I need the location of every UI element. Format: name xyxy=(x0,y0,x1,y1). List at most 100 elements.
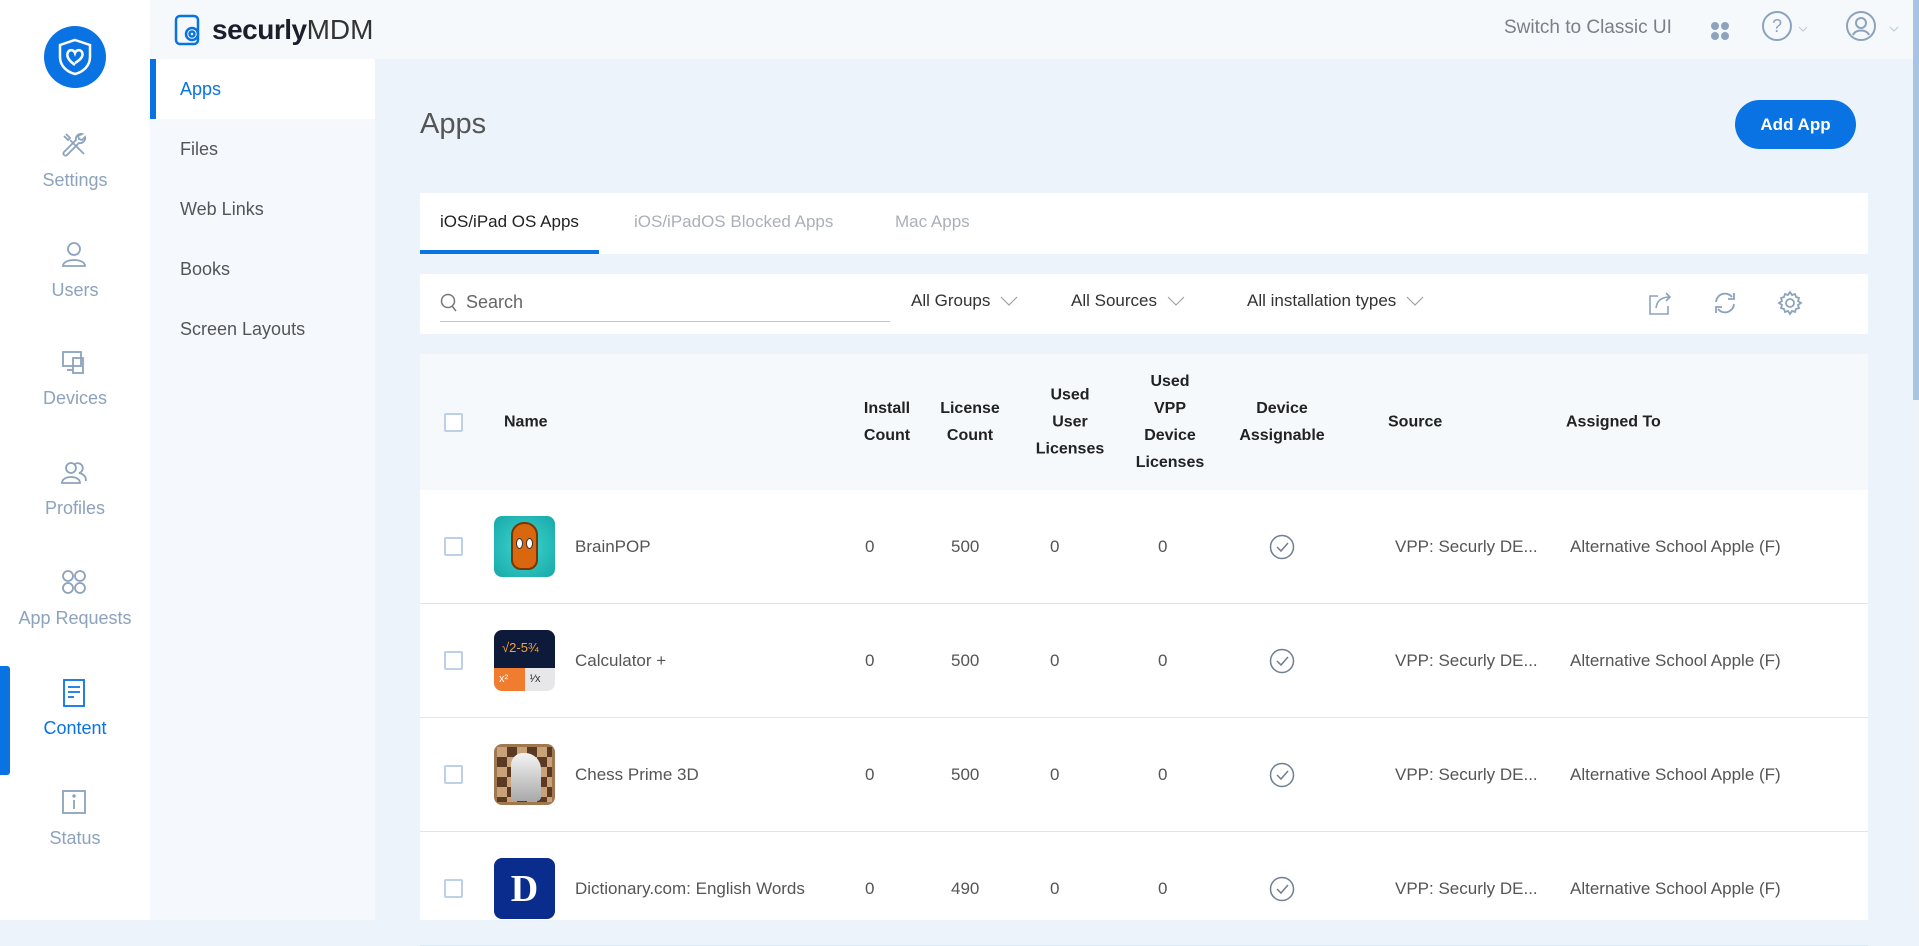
rail-item-label: Content xyxy=(43,718,107,738)
search-input[interactable]: Search xyxy=(440,284,890,322)
sources-dropdown[interactable]: All Sources xyxy=(1071,291,1185,311)
tab-mac-apps[interactable]: Mac Apps xyxy=(895,193,970,254)
search-placeholder: Search xyxy=(466,292,524,312)
used-user-licenses: 0 xyxy=(1050,765,1060,784)
chevron-down-icon xyxy=(1167,296,1185,306)
assigned-to: Alternative School Apple (F) xyxy=(1570,879,1781,898)
subnav-item-books[interactable]: Books xyxy=(150,239,375,299)
rail-item-profiles[interactable]: Profiles xyxy=(0,458,150,558)
tab-ios-apps[interactable]: iOS/iPad OS Apps xyxy=(420,193,599,254)
column-header[interactable]: Install Count xyxy=(857,395,917,449)
brand-name: securly xyxy=(212,14,307,45)
subnav-item-files[interactable]: Files xyxy=(150,119,375,179)
tab-ios-blocked-apps[interactable]: iOS/iPadOS Blocked Apps xyxy=(634,193,833,254)
chevron-down-icon xyxy=(1001,296,1018,306)
app-requests-icon xyxy=(62,570,86,594)
export-icon[interactable] xyxy=(1648,290,1674,316)
install-count: 0 xyxy=(865,765,875,784)
settings-gear-icon[interactable] xyxy=(1777,290,1803,316)
search-icon xyxy=(440,293,457,311)
chevron-down-icon xyxy=(1406,296,1424,306)
install-count: 0 xyxy=(865,537,875,556)
switch-classic-ui-link[interactable]: Switch to Classic UI xyxy=(1504,17,1672,39)
app-icon-calculator: √2-5¾ x² ¹⁄x xyxy=(494,630,555,691)
subnav-item-apps[interactable]: Apps xyxy=(150,59,375,119)
row-checkbox[interactable] xyxy=(444,537,463,556)
used-user-licenses: 0 xyxy=(1050,651,1060,670)
content-icon xyxy=(63,679,85,707)
license-count: 500 xyxy=(951,765,980,784)
rail-item-status[interactable]: Status xyxy=(0,788,150,888)
groups-value: All Groups xyxy=(911,291,991,310)
active-indicator xyxy=(0,666,10,775)
content-subnav: Apps Files Web Links Books Screen Layouts xyxy=(150,59,375,920)
column-header[interactable]: Assigned To xyxy=(1566,409,1661,436)
app-icon-dictionary: D xyxy=(494,858,555,919)
info-icon xyxy=(62,790,86,814)
sources-value: All Sources xyxy=(1071,291,1157,310)
rail-item-app-requests[interactable]: App Requests xyxy=(0,568,150,668)
securly-logo[interactable] xyxy=(44,26,106,88)
brand-logo[interactable]: securly MDM xyxy=(174,14,373,46)
rail-item-label: Devices xyxy=(42,388,108,408)
used-vpp-device-licenses: 0 xyxy=(1158,537,1168,556)
rail-item-content[interactable]: Content xyxy=(0,678,150,778)
source: VPP: Securly DE... xyxy=(1395,651,1538,670)
scrollbar-thumb[interactable] xyxy=(1913,0,1919,400)
check-circle-icon xyxy=(1269,876,1295,902)
column-header[interactable]: License Count xyxy=(930,395,1010,449)
help-icon[interactable]: ? xyxy=(1762,11,1812,43)
app-name[interactable]: Dictionary.com: English Words xyxy=(575,879,805,899)
table-row[interactable]: √2-5¾ x² ¹⁄x Calculator + 0 500 0 0 VPP: Securly… xyxy=(420,604,1868,718)
apps-grid-icon[interactable] xyxy=(1710,21,1730,41)
refresh-icon[interactable] xyxy=(1712,290,1738,316)
used-user-licenses: 0 xyxy=(1050,879,1060,898)
check-circle-icon xyxy=(1269,762,1295,788)
license-count: 490 xyxy=(951,879,980,898)
rail-item-label: Users xyxy=(51,280,99,300)
used-vpp-device-licenses: 0 xyxy=(1158,651,1168,670)
app-name[interactable]: Calculator + xyxy=(575,651,666,671)
app-icon-chess xyxy=(494,744,555,805)
groups-dropdown[interactable]: All Groups xyxy=(911,291,1018,311)
left-rail: Settings Users Devices Profiles App Requests… xyxy=(0,0,150,920)
row-checkbox[interactable] xyxy=(444,879,463,898)
rail-item-users[interactable]: Users xyxy=(0,240,150,340)
row-checkbox[interactable] xyxy=(444,651,463,670)
select-all-checkbox[interactable] xyxy=(444,413,463,432)
column-header[interactable]: Device Assignable xyxy=(1232,395,1332,449)
table-row[interactable]: Chess Prime 3D 0 500 0 0 VPP: Securly DE... Al… xyxy=(420,718,1868,832)
installation-types-dropdown[interactable]: All installation types xyxy=(1247,291,1424,311)
brand-suffix: MDM xyxy=(306,14,374,45)
rail-item-label: Profiles xyxy=(44,498,106,518)
install-count: 0 xyxy=(865,651,875,670)
rail-item-devices[interactable]: Devices xyxy=(0,348,150,448)
scrollbar[interactable] xyxy=(1913,0,1919,920)
app-name[interactable]: Chess Prime 3D xyxy=(575,765,699,785)
column-header[interactable]: Name xyxy=(504,409,548,436)
column-header[interactable]: Source xyxy=(1388,409,1442,436)
assigned-to: Alternative School Apple (F) xyxy=(1570,765,1781,784)
subnav-item-screen-layouts[interactable]: Screen Layouts xyxy=(150,299,375,359)
rail-item-label: Status xyxy=(49,828,101,848)
rail-item-label: App Requests xyxy=(18,608,132,628)
source: VPP: Securly DE... xyxy=(1395,879,1538,898)
assigned-to: Alternative School Apple (F) xyxy=(1570,537,1781,556)
app-name[interactable]: BrainPOP xyxy=(575,537,651,557)
rail-item-label: Settings xyxy=(42,170,108,190)
check-circle-icon xyxy=(1269,534,1295,560)
add-app-button[interactable]: Add App xyxy=(1735,100,1856,149)
row-checkbox[interactable] xyxy=(444,765,463,784)
table-row[interactable]: BrainPOP 0 500 0 0 VPP: Securly DE... Alternat… xyxy=(420,490,1868,604)
user-menu-icon[interactable] xyxy=(1846,11,1906,43)
subnav-item-web-links[interactable]: Web Links xyxy=(150,179,375,239)
top-bar: securly MDM Switch to Classic UI ? xyxy=(150,0,1919,59)
rail-item-settings[interactable]: Settings xyxy=(0,130,150,230)
table-header: Name Install Count License Count Used User … xyxy=(420,354,1868,490)
column-header[interactable]: Used VPP Device Licenses xyxy=(1130,368,1210,476)
apps-table: Name Install Count License Count Used User … xyxy=(420,354,1868,946)
filter-bar: Search All Groups All Sources All instal… xyxy=(420,274,1868,334)
table-row[interactable]: D Dictionary.com: English Words 0 490 0 0 VPP:… xyxy=(420,832,1868,946)
assigned-to: Alternative School Apple (F) xyxy=(1570,651,1781,670)
column-header[interactable]: Used User Licenses xyxy=(1030,382,1110,463)
